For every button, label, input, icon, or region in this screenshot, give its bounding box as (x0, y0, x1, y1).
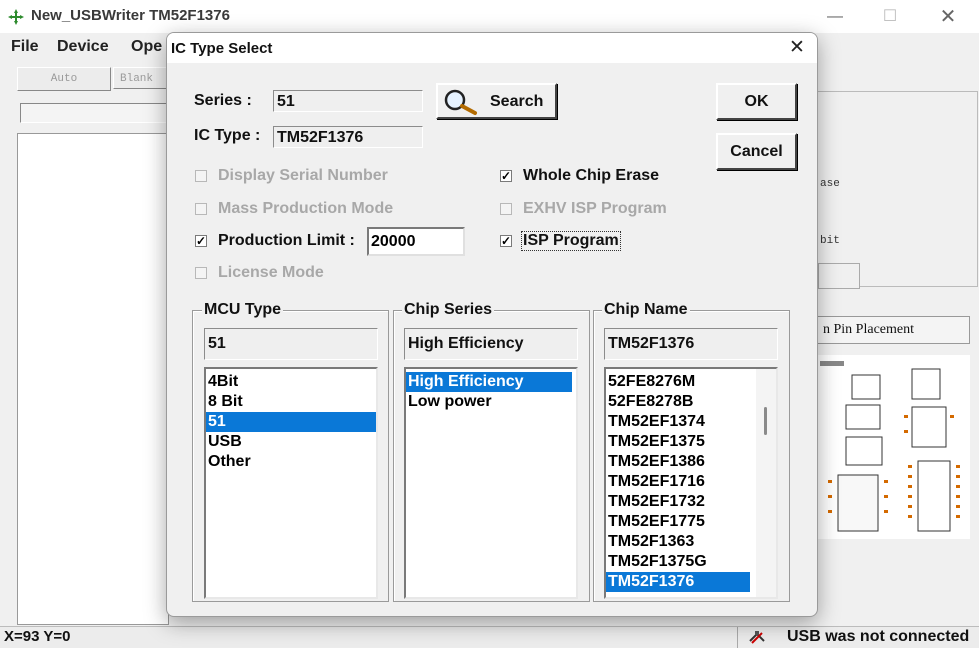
dialog-title: IC Type Select (171, 40, 273, 57)
menu-device[interactable]: Device (57, 38, 109, 56)
chip-series-list[interactable]: High Efficiency Low power (404, 367, 578, 599)
minimize-button[interactable]: — (815, 4, 855, 30)
production-limit-input[interactable] (367, 227, 465, 256)
list-item[interactable]: TM52EF1375 (606, 432, 750, 452)
mcu-type-list[interactable]: 4Bit 8 Bit 51 USB Other (204, 367, 378, 599)
cancel-button[interactable]: Cancel (716, 133, 797, 170)
list-item[interactable]: USB (206, 432, 376, 452)
cursor-coords: X=93 Y=0 (4, 628, 71, 645)
list-item[interactable]: 52FE8276M (606, 372, 750, 392)
ok-button[interactable]: OK (716, 83, 797, 120)
dialog-title-bar: IC Type Select ✕ (167, 33, 817, 63)
usb-status-text: USB was not connected (787, 628, 970, 645)
list-item[interactable]: TM52EF1374 (606, 412, 750, 432)
main-window-title: New_USBWriter TM52F1376 (31, 7, 230, 24)
maximize-button[interactable]: ☐ (870, 4, 910, 30)
auto-button[interactable]: Auto (17, 67, 111, 91)
isp-program-label: ISP Program (521, 231, 621, 251)
list-item[interactable]: TM52F1375G (606, 552, 750, 572)
chip-name-scrollbar[interactable] (756, 369, 776, 597)
scrollbar-thumb[interactable] (764, 407, 767, 435)
chip-name-title: Chip Name (602, 301, 690, 319)
production-limit-checkbox[interactable]: ✓ (195, 235, 207, 247)
list-item[interactable]: TM52EF1386 (606, 452, 750, 472)
pin-placement-button[interactable]: n Pin Placement (812, 316, 970, 344)
search-label: Search (490, 93, 544, 110)
ic-type-select-dialog: IC Type Select ✕ Series : 51 IC Type : T… (166, 32, 818, 617)
right-panel: ase bit n Pin Placement (812, 61, 979, 601)
main-close-button[interactable]: ✕ (928, 4, 968, 30)
menu-file[interactable]: File (11, 38, 39, 56)
chip-name-selected: TM52F1376 (604, 328, 778, 360)
ictype-label: IC Type : (194, 127, 261, 144)
production-limit-label: Production Limit : (218, 232, 355, 249)
status-divider (737, 627, 738, 648)
bit-label-fragment: bit (820, 235, 840, 247)
chip-series-selected: High Efficiency (404, 328, 578, 360)
magnifier-icon (444, 89, 477, 115)
erase-label-fragment: ase (820, 178, 840, 190)
list-item-selected[interactable]: TM52F1376 (606, 572, 750, 592)
list-item[interactable]: TM52EF1775 (606, 512, 750, 532)
progress-bar (20, 103, 172, 123)
display-serial-checkbox[interactable] (195, 170, 207, 182)
close-icon[interactable]: ✕ (779, 33, 815, 63)
series-field: 51 (273, 90, 423, 112)
small-field (818, 263, 860, 289)
blank-button[interactable]: Blank (113, 67, 173, 89)
ictype-field: TM52F1376 (273, 126, 423, 148)
chip-name-list[interactable]: 52FE8276M 52FE8278B TM52EF1374 TM52EF137… (604, 367, 778, 599)
license-mode-checkbox[interactable] (195, 267, 207, 279)
series-label: Series : (194, 92, 252, 109)
chip-series-title: Chip Series (402, 301, 495, 319)
usb-icon (749, 631, 765, 644)
exhv-isp-label: EXHV ISP Program (523, 200, 667, 217)
list-item-selected[interactable]: High Efficiency (406, 372, 572, 392)
display-serial-label: Display Serial Number (218, 167, 388, 184)
main-title-bar: New_USBWriter TM52F1376 — ☐ ✕ (0, 0, 979, 33)
mcu-type-title: MCU Type (202, 301, 284, 319)
list-item[interactable]: 52FE8278B (606, 392, 750, 412)
pin-placement-image (818, 355, 970, 539)
list-item[interactable]: TM52F1363 (606, 532, 750, 552)
list-item-selected[interactable]: 51 (206, 412, 376, 432)
list-item[interactable]: TM52EF1716 (606, 472, 750, 492)
app-icon (8, 9, 24, 25)
list-item[interactable]: 8 Bit (206, 392, 376, 412)
whole-chip-erase-checkbox[interactable]: ✓ (500, 170, 512, 182)
menu-operation[interactable]: Ope (131, 38, 162, 56)
list-item[interactable]: Low power (406, 392, 576, 412)
log-panel (17, 133, 169, 625)
search-button[interactable]: Search (436, 83, 557, 119)
status-bar: X=93 Y=0 USB was not connected (0, 626, 979, 648)
list-item[interactable]: TM52EF1732 (606, 492, 750, 512)
mass-production-checkbox[interactable] (195, 203, 207, 215)
whole-chip-erase-label: Whole Chip Erase (523, 167, 660, 184)
license-mode-label: License Mode (218, 264, 324, 281)
list-item[interactable]: 4Bit (206, 372, 376, 392)
mass-production-label: Mass Production Mode (218, 200, 394, 217)
isp-program-checkbox[interactable]: ✓ (500, 235, 512, 247)
list-item[interactable]: Other (206, 452, 376, 472)
exhv-isp-checkbox[interactable] (500, 203, 512, 215)
options-frame (818, 91, 978, 287)
mcu-type-selected: 51 (204, 328, 378, 360)
